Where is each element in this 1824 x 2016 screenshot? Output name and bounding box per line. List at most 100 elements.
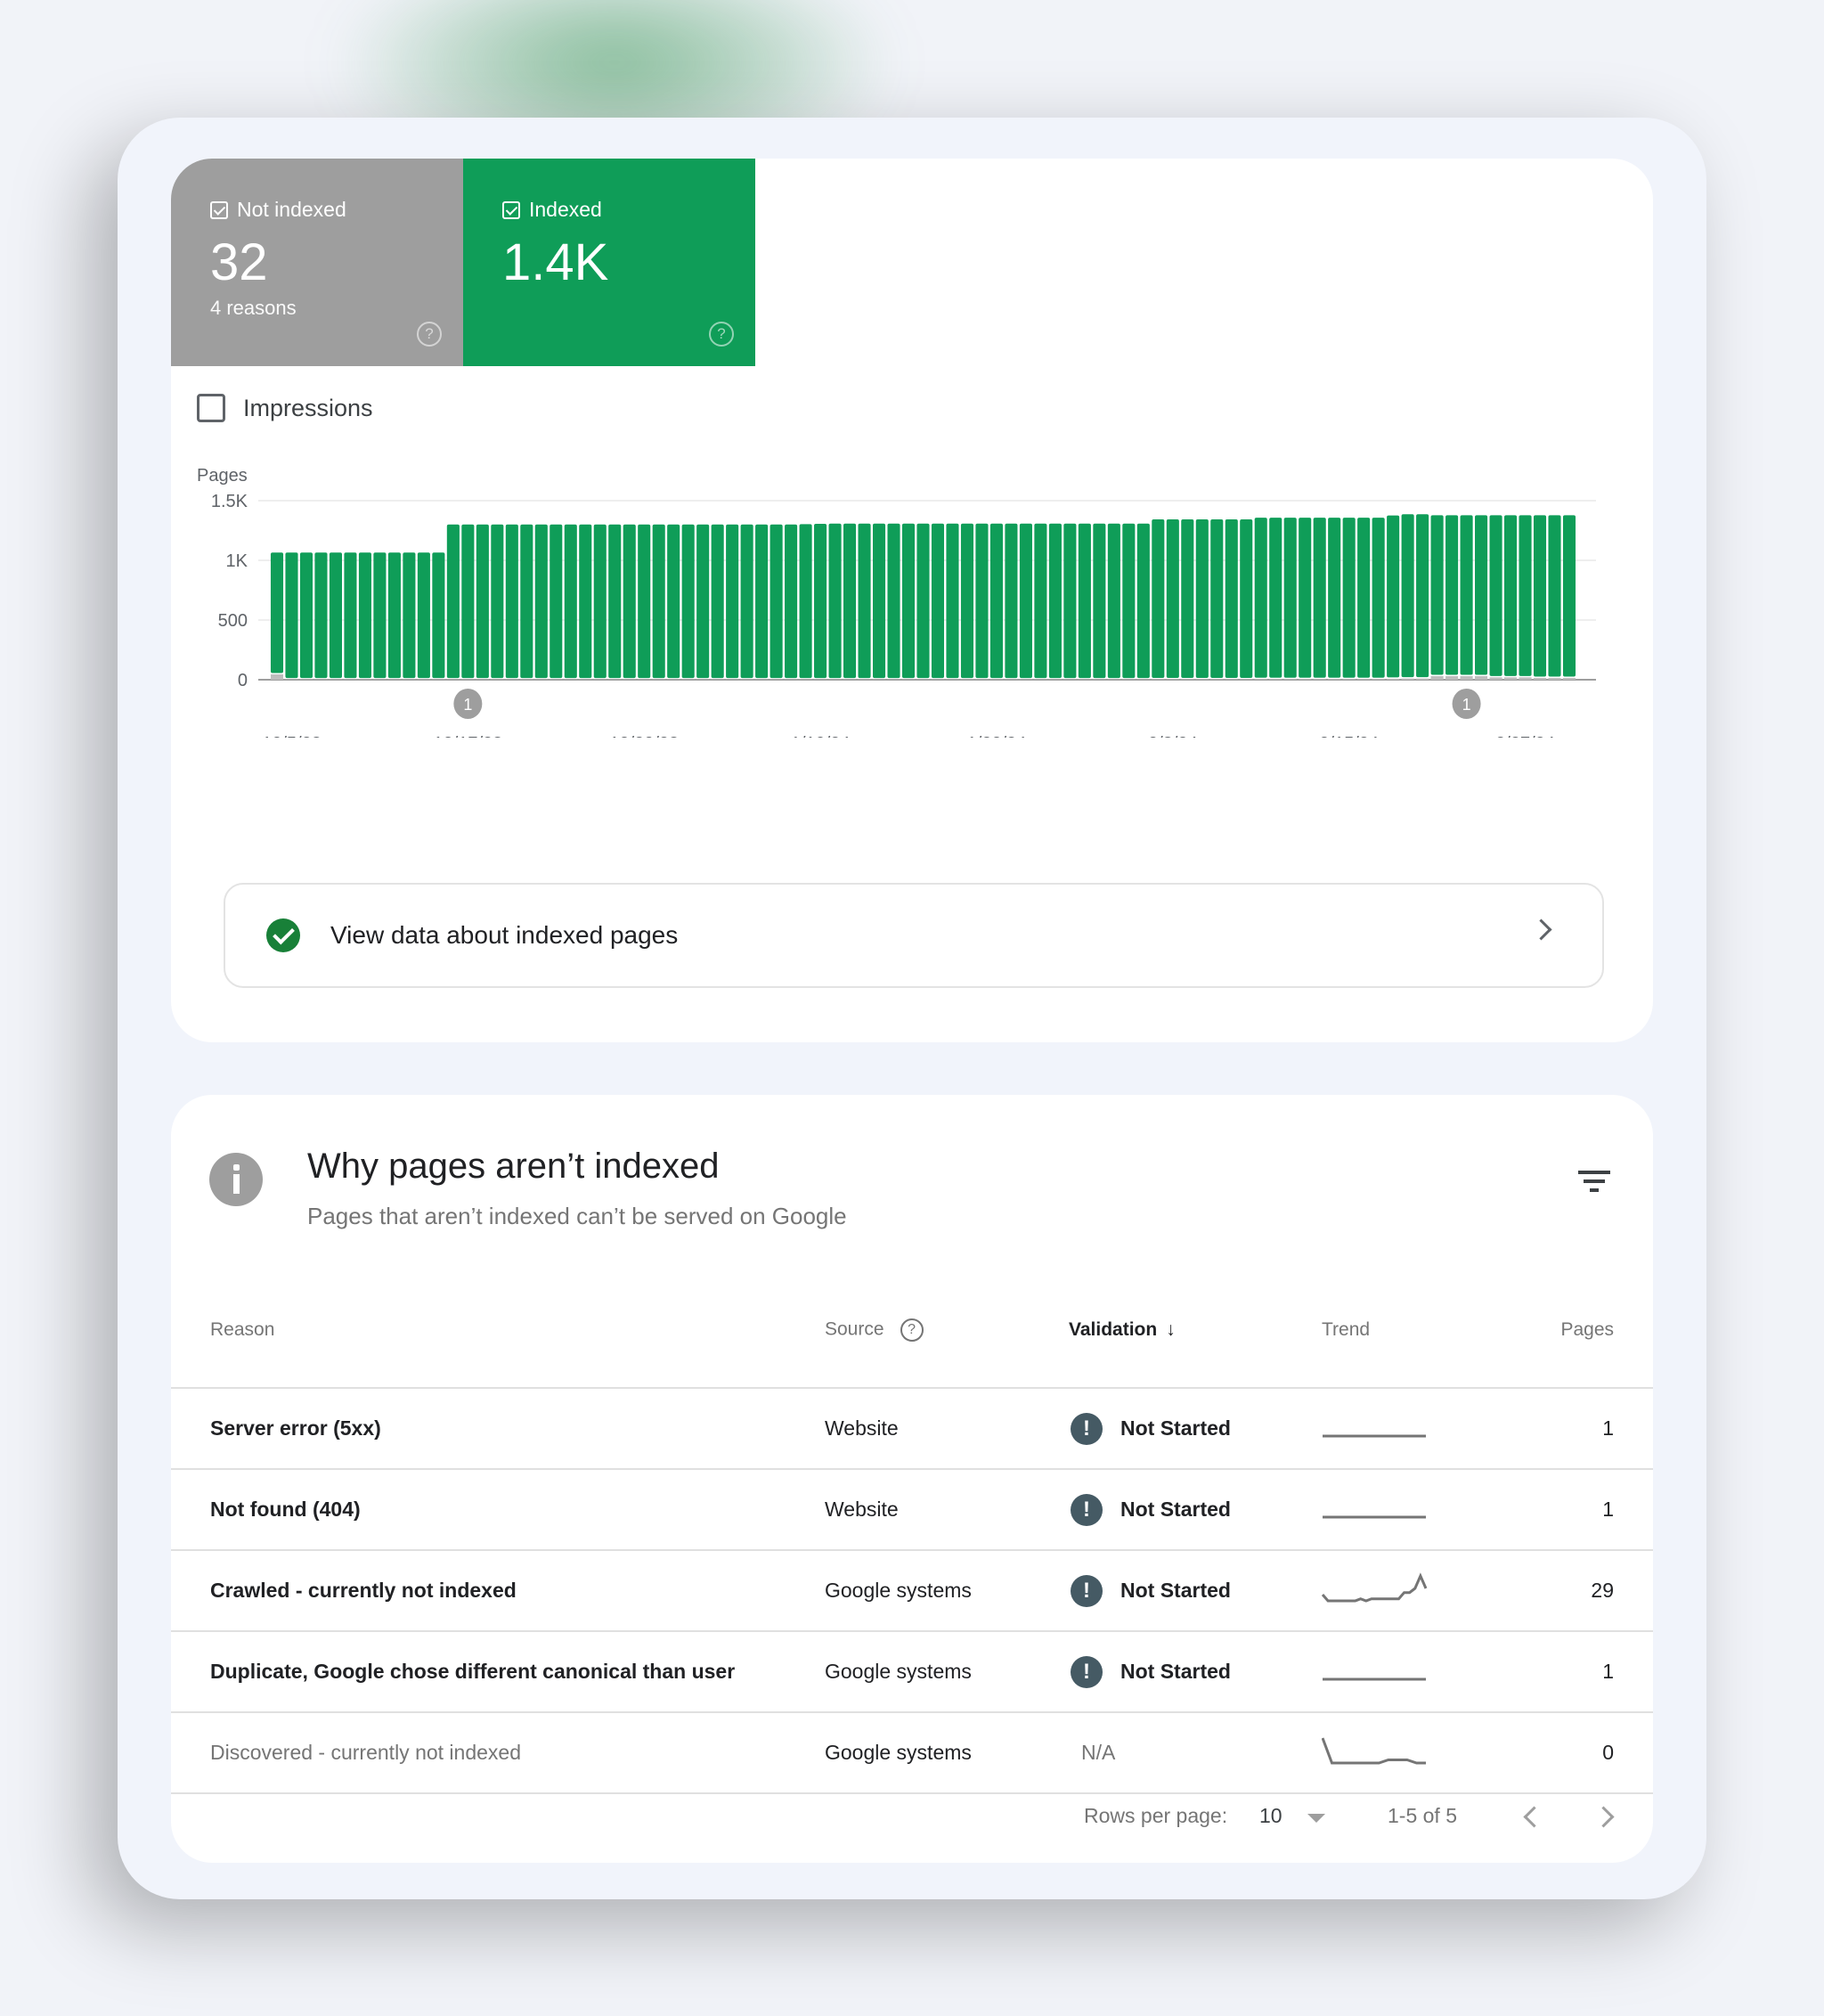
reason-cell[interactable]: Discovered - currently not indexed <box>171 1712 825 1794</box>
bar-indexed[interactable] <box>520 524 533 679</box>
bar-indexed[interactable] <box>1387 515 1400 678</box>
bar-indexed[interactable] <box>1034 523 1047 679</box>
bar-not-indexed[interactable] <box>1401 678 1414 680</box>
bar-indexed[interactable] <box>1283 518 1297 678</box>
view-indexed-pages-link[interactable]: View data about indexed pages <box>224 883 1604 988</box>
bar-indexed[interactable] <box>1122 523 1136 679</box>
bar-indexed[interactable] <box>1445 515 1459 675</box>
bar-indexed[interactable] <box>358 552 371 679</box>
bar-indexed[interactable] <box>711 524 724 679</box>
bar-not-indexed[interactable] <box>1225 679 1238 680</box>
bar-not-indexed[interactable] <box>1342 679 1356 680</box>
bar-not-indexed[interactable] <box>1166 679 1179 680</box>
checkbox-checked-icon[interactable] <box>210 200 228 219</box>
bar-indexed[interactable] <box>1181 519 1194 678</box>
bar-not-indexed[interactable] <box>1313 679 1326 680</box>
bar-indexed[interactable] <box>1342 518 1356 678</box>
bar-indexed[interactable] <box>505 524 518 679</box>
not-indexed-tile[interactable]: Not indexed 32 4 reasons ? <box>171 159 463 366</box>
bar-indexed[interactable] <box>550 524 563 679</box>
bar-not-indexed[interactable] <box>1357 679 1371 680</box>
bar-indexed[interactable] <box>1475 515 1488 675</box>
table-row[interactable]: Not found (404) Website! Not Started 1 <box>171 1469 1653 1551</box>
bar-indexed[interactable] <box>1548 515 1561 677</box>
help-icon[interactable]: ? <box>417 322 442 347</box>
bar-not-indexed[interactable] <box>1283 679 1297 680</box>
bar-indexed[interactable] <box>916 523 930 679</box>
bar-indexed[interactable] <box>1166 519 1179 678</box>
bar-indexed[interactable] <box>593 524 607 679</box>
bar-not-indexed[interactable] <box>1533 677 1547 680</box>
help-icon[interactable]: ? <box>900 1318 924 1342</box>
bar-indexed[interactable] <box>946 523 959 679</box>
bar-indexed[interactable] <box>1210 519 1224 678</box>
bar-not-indexed[interactable] <box>1152 679 1165 680</box>
filter-icon[interactable] <box>1578 1171 1610 1194</box>
bar-indexed[interactable] <box>373 552 387 679</box>
bar-not-indexed[interactable] <box>1210 679 1224 680</box>
bar-not-indexed[interactable] <box>1328 679 1341 680</box>
bar-indexed[interactable] <box>726 524 739 679</box>
bar-not-indexed[interactable] <box>270 673 284 680</box>
chevron-right-icon[interactable] <box>1592 1806 1615 1828</box>
bar-indexed[interactable] <box>1136 523 1150 679</box>
bar-indexed[interactable] <box>1195 519 1209 678</box>
bar-indexed[interactable] <box>770 524 783 679</box>
bar-not-indexed[interactable] <box>1269 679 1282 680</box>
bar-indexed[interactable] <box>579 524 592 679</box>
bar-indexed[interactable] <box>1063 523 1077 679</box>
bar-indexed[interactable] <box>1313 518 1326 678</box>
bar-indexed[interactable] <box>623 524 636 679</box>
bar-not-indexed[interactable] <box>1372 679 1385 680</box>
bar-not-indexed[interactable] <box>1519 677 1532 680</box>
bar-indexed[interactable] <box>740 524 753 679</box>
bar-indexed[interactable] <box>461 524 475 679</box>
table-row[interactable]: Discovered - currently not indexed Google… <box>171 1712 1653 1794</box>
bar-indexed[interactable] <box>1489 515 1502 676</box>
bar-indexed[interactable] <box>1254 518 1267 678</box>
bar-indexed[interactable] <box>1299 518 1312 678</box>
bar-indexed[interactable] <box>785 524 798 679</box>
bar-indexed[interactable] <box>681 524 695 679</box>
reason-cell[interactable]: Not found (404) <box>171 1469 825 1551</box>
bar-not-indexed[interactable] <box>1254 679 1267 680</box>
bar-not-indexed[interactable] <box>1240 679 1253 680</box>
table-row[interactable]: Crawled - currently not indexed Google sy… <box>171 1550 1653 1632</box>
rows-per-page-select[interactable]: 10 <box>1259 1804 1282 1828</box>
bar-not-indexed[interactable] <box>1460 675 1473 680</box>
bar-indexed[interactable] <box>1078 523 1091 679</box>
bar-indexed[interactable] <box>960 523 974 679</box>
indexed-tile[interactable]: Indexed 1.4K ? <box>463 159 755 366</box>
bar-indexed[interactable] <box>1357 518 1371 678</box>
bar-indexed[interactable] <box>270 552 284 673</box>
bar-indexed[interactable] <box>608 524 622 679</box>
bar-indexed[interactable] <box>1005 523 1018 679</box>
bar-not-indexed[interactable] <box>1387 678 1400 680</box>
bar-indexed[interactable] <box>1019 523 1032 679</box>
bar-indexed[interactable] <box>1519 515 1532 676</box>
bar-indexed[interactable] <box>1269 518 1282 678</box>
bar-indexed[interactable] <box>344 552 357 679</box>
bar-not-indexed[interactable] <box>1181 679 1194 680</box>
bar-indexed[interactable] <box>843 523 857 679</box>
bar-indexed[interactable] <box>858 523 871 679</box>
bar-indexed[interactable] <box>989 523 1003 679</box>
bar-indexed[interactable] <box>1504 515 1518 676</box>
bar-indexed[interactable] <box>417 552 430 679</box>
bar-indexed[interactable] <box>1562 515 1576 677</box>
bar-not-indexed[interactable] <box>1195 679 1209 680</box>
bar-indexed[interactable] <box>329 552 342 679</box>
bar-not-indexed[interactable] <box>1548 677 1561 680</box>
bar-indexed[interactable] <box>828 523 842 679</box>
bar-indexed[interactable] <box>1107 523 1120 679</box>
bar-indexed[interactable] <box>872 523 886 679</box>
checkbox-unchecked-icon[interactable] <box>197 394 225 422</box>
bar-indexed[interactable] <box>491 524 504 679</box>
bar-indexed[interactable] <box>299 552 314 679</box>
reason-cell[interactable]: Crawled - currently not indexed <box>171 1550 825 1632</box>
bar-indexed[interactable] <box>387 552 401 679</box>
bar-indexed[interactable] <box>975 523 989 679</box>
bar-not-indexed[interactable] <box>1430 675 1444 680</box>
bar-indexed[interactable] <box>1401 514 1414 678</box>
bar-indexed[interactable] <box>1093 523 1106 679</box>
